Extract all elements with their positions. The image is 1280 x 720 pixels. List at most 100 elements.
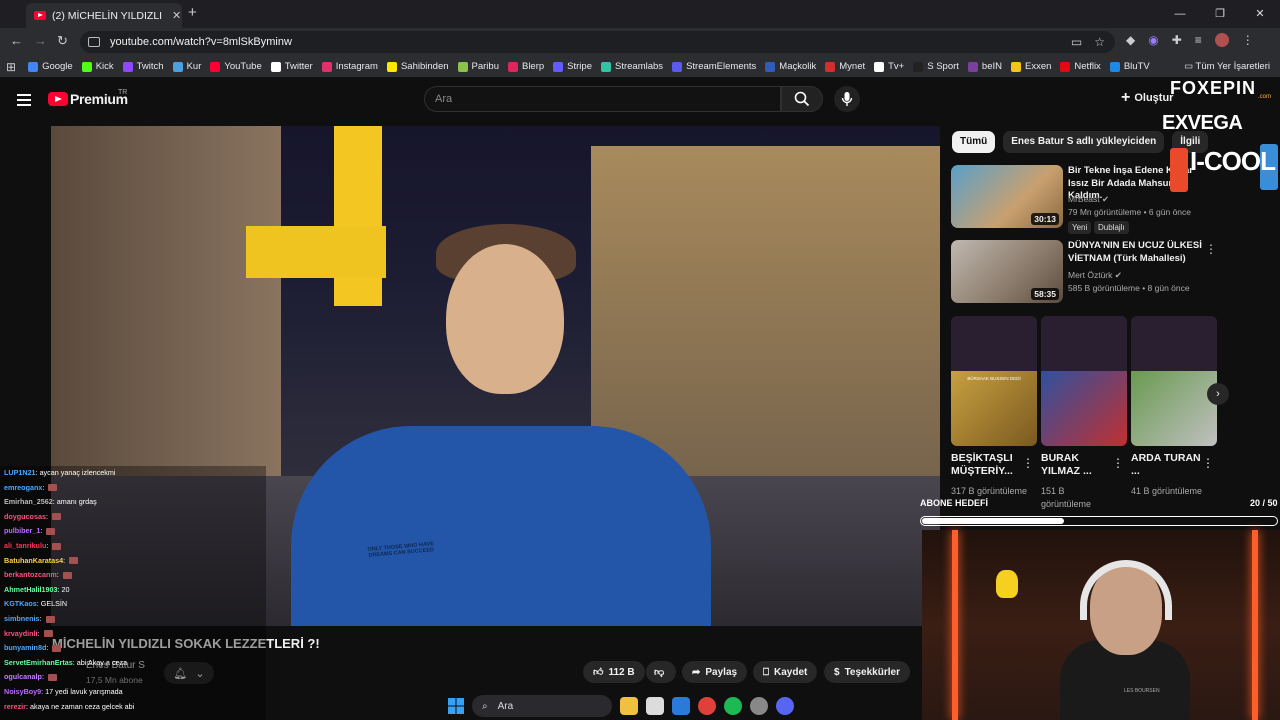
bookmark-item[interactable]: StreamElements [672, 61, 756, 72]
obs-icon[interactable] [750, 697, 768, 715]
rec-channel[interactable]: Mert Öztürk ✔ [1068, 270, 1122, 281]
bookmark-item[interactable]: Paribu [457, 61, 499, 72]
bookmark-item[interactable]: Sahibinden [386, 61, 449, 72]
menu-icon[interactable] [17, 94, 31, 106]
short-title[interactable]: BURAK YILMAZ ... [1041, 452, 1116, 478]
extension-icon[interactable]: ◉ [1148, 33, 1158, 47]
chat-text: 17 yedi lavuk yarışmada [45, 687, 123, 696]
subscriber-goal-count: 20 / 50 [1250, 498, 1278, 508]
search-button[interactable] [781, 86, 823, 112]
chip-all[interactable]: Tümü [952, 131, 996, 153]
store-icon[interactable] [646, 697, 664, 715]
like-button[interactable]: 👍︎ 112 B [583, 661, 645, 683]
chrome-icon[interactable] [698, 697, 716, 715]
bookmark-item[interactable]: Twitter [270, 61, 313, 72]
new-badge: Yeni [1068, 221, 1092, 234]
browser-menu-icon[interactable]: ⋮ [1242, 33, 1254, 47]
bookmark-icon: ⎕ [763, 666, 769, 678]
bookmark-label: beIN [981, 61, 1002, 72]
reading-list-icon[interactable]: ≡ [1195, 33, 1202, 47]
bookmark-item[interactable]: Kick [81, 61, 114, 72]
forward-icon[interactable]: → [34, 33, 47, 48]
share-label: Paylaş [705, 666, 738, 678]
bookmark-item[interactable]: Netflix [1060, 61, 1101, 72]
youtube-logo-icon[interactable] [48, 92, 68, 106]
taskbar-search[interactable]: ⌕ Ara [472, 695, 612, 717]
outlook-icon[interactable] [672, 697, 690, 715]
restore-icon[interactable]: ❐ [1200, 0, 1240, 28]
chat-text: abi Akay a ceza [76, 657, 128, 667]
bookmark-item[interactable]: Google [28, 61, 73, 72]
chat-separator: : [45, 511, 50, 521]
bookmark-item[interactable]: S Sport [913, 61, 959, 72]
rec-title[interactable]: DÜNYA'NIN EN UCUZ ÜLKESİ VİETNAM (Türk M… [1068, 240, 1208, 265]
new-tab-icon[interactable]: + [188, 4, 197, 21]
dubbed-badge: Dublajlı [1094, 221, 1129, 234]
bookmark-item[interactable]: Exxen [1011, 61, 1051, 72]
apps-grid-icon[interactable]: ⊞ [6, 60, 16, 74]
youtube-favicon-icon [34, 11, 46, 20]
bookmark-item[interactable]: Stripe [553, 61, 592, 72]
share-button[interactable]: ➦ Paylaş [682, 661, 748, 683]
discord-icon[interactable] [776, 697, 794, 715]
chat-message: KGTKaos: GELSİN [4, 599, 67, 608]
chat-message: berkantozcanm: [4, 570, 72, 579]
chat-message: krvaydinli: [4, 629, 53, 638]
close-tab-icon[interactable]: ✕ [172, 9, 181, 22]
windows-start-icon[interactable] [448, 698, 464, 714]
more-options-icon[interactable]: ⋮ [1112, 456, 1124, 470]
video-thumbnail[interactable]: 58:35 [951, 240, 1063, 303]
bookmark-item[interactable]: Blerp [507, 61, 544, 72]
bookmark-item[interactable]: Instagram [321, 61, 378, 72]
minimize-icon[interactable]: — [1160, 0, 1200, 28]
bookmark-item[interactable]: BluTV [1109, 61, 1150, 72]
short-thumbnail[interactable]: BÜRSAAK BUSSEN DEDİ [951, 316, 1037, 446]
save-button[interactable]: ⎕ Kaydet [753, 661, 818, 683]
chat-emote-icon [47, 673, 57, 681]
bookmark-item[interactable]: Twitch [122, 61, 164, 72]
cast-icon[interactable]: ▭ [1071, 35, 1082, 49]
extension-icon[interactable]: ◆ [1126, 33, 1135, 47]
bookmark-item[interactable]: beIN [967, 61, 1002, 72]
bookmark-item[interactable]: Maçkolik [765, 61, 816, 72]
foxepin-domain: .com [1258, 94, 1272, 100]
chip-uploader[interactable]: Enes Batur S adlı yükleyiciden [1003, 131, 1165, 153]
browser-tab-youtube[interactable]: (2) MİCHELİN YILDIZLI SOKAK LEZZETLERİ ?… [26, 3, 182, 28]
more-options-icon[interactable]: ⋮ [1022, 456, 1034, 470]
bookmark-label: Streamlabs [615, 61, 664, 72]
search-input[interactable]: Ara [424, 86, 781, 112]
short-title[interactable]: BEŞİKTAŞLI MÜŞTERİY... [951, 452, 1026, 478]
shorts-next-arrow-icon[interactable]: › [1207, 383, 1229, 405]
site-info-icon[interactable] [88, 37, 100, 47]
bookmark-item[interactable]: Kur [172, 61, 201, 72]
window-controls: — ❐ ✕ [1160, 0, 1280, 28]
short-thumbnail[interactable] [1041, 316, 1127, 446]
rec-channel[interactable]: MrBeast ✔ [1068, 194, 1109, 205]
spotify-icon[interactable] [724, 697, 742, 715]
thanks-button[interactable]: $ Teşekkürler [824, 661, 910, 683]
more-options-icon[interactable]: ⋮ [1202, 456, 1214, 470]
address-bar[interactable]: youtube.com/watch?v=8mlSkByminw ▭ ☆ [80, 31, 1115, 53]
file-explorer-icon[interactable] [620, 697, 638, 715]
close-window-icon[interactable]: ✕ [1240, 0, 1280, 28]
dislike-button[interactable]: 👎︎ [646, 661, 676, 683]
voice-search-button[interactable] [834, 86, 860, 112]
all-bookmarks-folder[interactable]: ▭ Tüm Yer İşaretleri [1184, 61, 1270, 72]
profile-avatar[interactable] [1214, 33, 1229, 47]
bookmark-star-icon[interactable]: ☆ [1094, 35, 1105, 49]
video-thumbnail[interactable]: 30:13 [951, 165, 1063, 228]
like-count: 112 B [608, 666, 635, 678]
recommended-video[interactable]: 58:35 DÜNYA'NIN EN UCUZ ÜLKESİ VİETNAM (… [951, 240, 1221, 304]
puzzle-extensions-icon[interactable]: ✚ [1172, 33, 1182, 47]
bookmark-item[interactable]: Tv+ [874, 61, 904, 72]
more-options-icon[interactable]: ⋮ [1205, 242, 1217, 256]
bookmark-item[interactable]: Streamlabs [601, 61, 663, 72]
bookmark-item[interactable]: Mynet [825, 61, 865, 72]
back-icon[interactable]: ← [10, 33, 23, 48]
chat-username: doygucosas [4, 511, 46, 521]
bookmark-item[interactable]: YouTube [210, 61, 262, 72]
short-title[interactable]: ARDA TURAN ... [1131, 452, 1206, 478]
reload-icon[interactable]: ↻ [57, 33, 68, 49]
chat-emote-icon [51, 513, 61, 521]
short-thumbnail[interactable] [1131, 316, 1217, 446]
